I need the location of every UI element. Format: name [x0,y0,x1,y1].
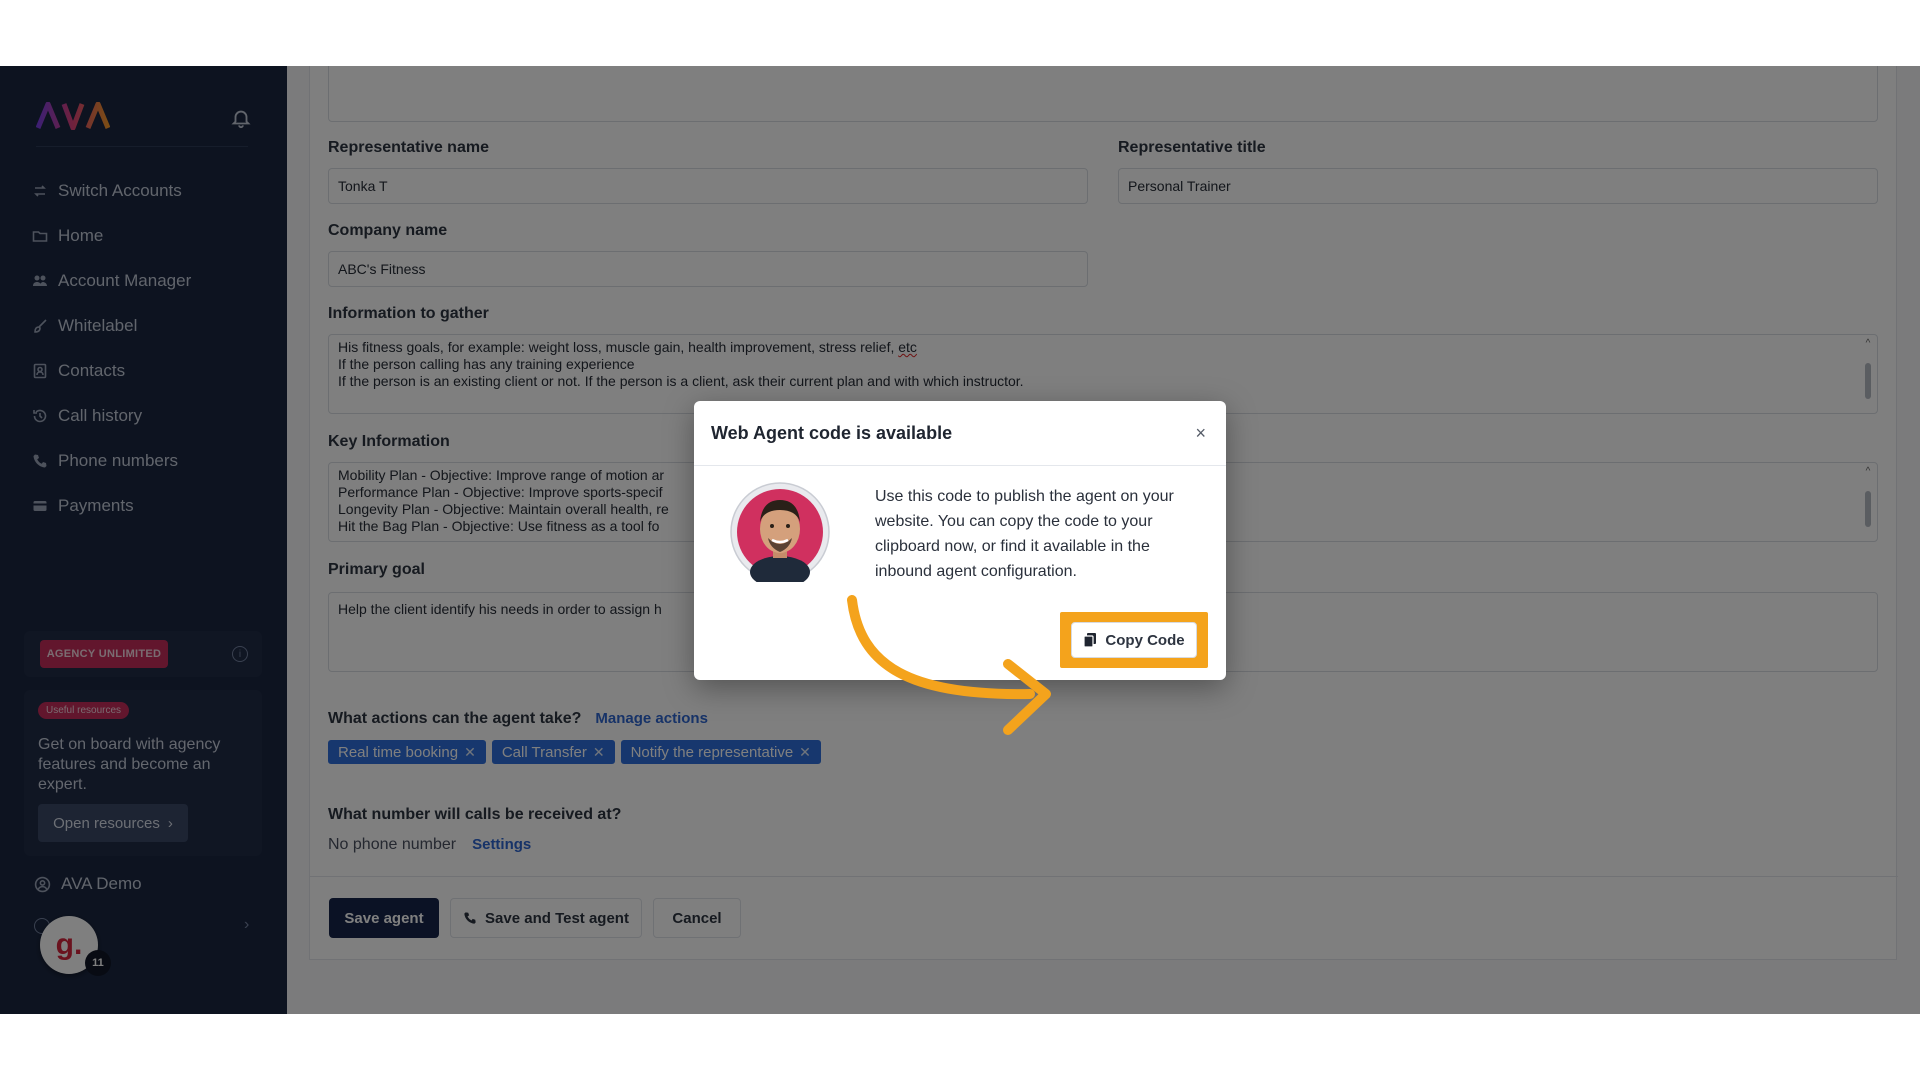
modal-title: Web Agent code is available [711,423,953,443]
modal-description: Use this code to publish the agent on yo… [875,488,1174,580]
copy-code-label: Copy Code [1105,631,1185,649]
modal-divider [694,465,1226,466]
copy-icon [1083,633,1097,648]
close-icon[interactable]: × [1195,423,1206,444]
agent-avatar [730,482,830,582]
app-frame: Switch Accounts Home Account Manager Whi… [0,66,1920,1014]
tutorial-arrow [847,595,1051,735]
copy-code-button[interactable]: Copy Code [1071,622,1197,658]
